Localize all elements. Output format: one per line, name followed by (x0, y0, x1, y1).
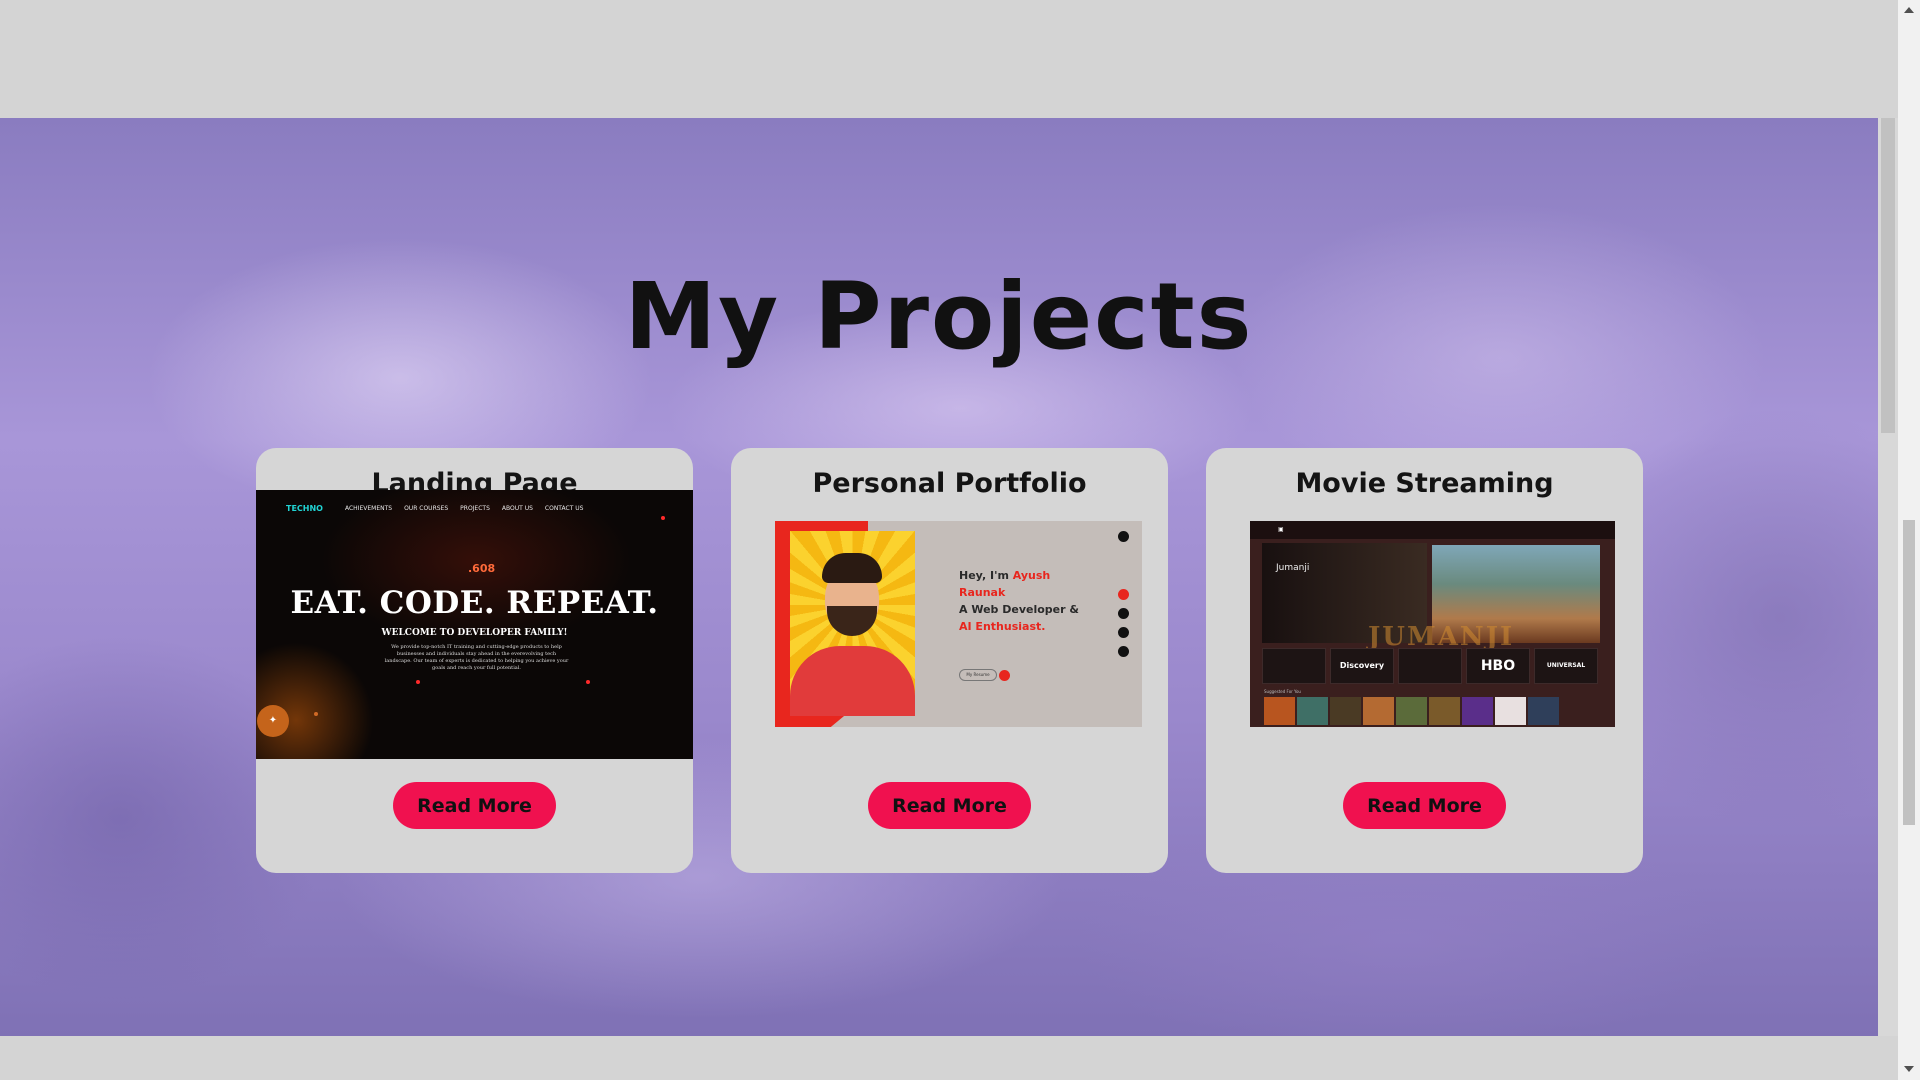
project-screenshot-personal-portfolio: Hey, I'm Ayush Raunak A Web Developer & … (775, 521, 1142, 727)
project-card-landing-page: Landing Page TECHNO ACHIEVEMENTS OUR COU… (256, 448, 693, 873)
social-icon (1118, 608, 1129, 619)
preview-nav-item: PROJECTS (460, 505, 490, 512)
theme-toggle-icon (1118, 531, 1129, 542)
scroll-down-arrow-icon[interactable] (1904, 1066, 1914, 1072)
page-bottom-area (0, 1036, 1898, 1080)
preview-nav-item: OUR COURSES (404, 505, 449, 512)
brand-tile: Discovery (1330, 648, 1394, 684)
page-top-area (0, 0, 1898, 118)
preview-logo-icon: ▣ (1278, 526, 1284, 533)
brand-tile: HBO (1466, 648, 1530, 684)
preview-resume-button: My Resume (959, 669, 997, 681)
movie-thumbnail (1528, 697, 1559, 725)
movie-thumbnail (1264, 697, 1295, 725)
scroll-up-arrow-icon[interactable] (1904, 7, 1914, 13)
project-screenshot-movie-streaming: ▣ Jumanji JUMANJI Discovery HBO UNIVERSA… (1250, 521, 1615, 727)
preview-intro-text: Hey, I'm Ayush Raunak A Web Developer & … (959, 569, 1079, 633)
project-card-personal-portfolio: Personal Portfolio Hey, I'm Ayush Raunak… (731, 448, 1168, 873)
preview-featured-title: Jumanji (1276, 563, 1310, 573)
preview-counter: .608 (468, 562, 496, 575)
movie-thumbnail (1396, 697, 1427, 725)
preview-thumbnail-row (1264, 697, 1559, 725)
preview-navbar (1250, 521, 1615, 539)
movie-thumbnail (1297, 697, 1328, 725)
movie-thumbnail (1363, 697, 1394, 725)
project-card-movie-streaming: Movie Streaming ▣ Jumanji JUMANJI Discov… (1206, 448, 1643, 873)
preview-nav-item: CONTACT US (544, 505, 584, 512)
preview-brand-row: Discovery HBO UNIVERSAL (1262, 648, 1598, 684)
preview-logo: TECHNO (286, 504, 323, 513)
brand-tile: UNIVERSAL (1534, 648, 1598, 684)
brand-tile (1398, 648, 1462, 684)
social-icon (1118, 589, 1129, 600)
download-icon (999, 670, 1010, 681)
decor-dot (661, 516, 665, 520)
movie-thumbnail (1429, 697, 1460, 725)
page-scrollbar-thumb[interactable] (1903, 520, 1915, 825)
preview-suggested-label: Suggested For You (1264, 689, 1301, 694)
movie-thumbnail (1330, 697, 1361, 725)
read-more-button[interactable]: Read More (393, 782, 556, 829)
preview-body-text: We provide top-notch IT training and cut… (384, 644, 569, 671)
decor-dot (586, 680, 590, 684)
preview-nav-item: ACHIEVEMENTS (344, 505, 393, 512)
movie-thumbnail (1462, 697, 1493, 725)
preview-nav-item: ABOUT US (501, 505, 533, 512)
page-scrollbar[interactable] (1898, 0, 1920, 1080)
preview-navbar: TECHNO ACHIEVEMENTS OUR COURSES PROJECTS… (286, 504, 583, 513)
preview-hero-text: EAT. CODE. REPEAT. (290, 585, 659, 621)
read-more-button[interactable]: Read More (868, 782, 1031, 829)
read-more-button[interactable]: Read More (1343, 782, 1506, 829)
decor-dot (314, 712, 318, 716)
section-title: My Projects (624, 263, 1254, 370)
preview-avatar-illustration (790, 531, 915, 716)
social-icon (1118, 646, 1129, 657)
section-scrollbar[interactable] (1878, 118, 1898, 1036)
project-card-title: Personal Portfolio (812, 468, 1087, 499)
preview-subtitle: WELCOME TO DEVELOPER FAMILY! (381, 628, 568, 638)
project-card-title: Movie Streaming (1295, 468, 1554, 499)
movie-thumbnail (1495, 697, 1526, 725)
decor-dot (416, 680, 420, 684)
section-scrollbar-thumb[interactable] (1881, 118, 1895, 433)
preview-chat-icon: ✦ (257, 705, 289, 737)
project-screenshot-landing-page: TECHNO ACHIEVEMENTS OUR COURSES PROJECTS… (256, 490, 693, 759)
projects-section: My Projects Landing Page TECHNO ACHIEVEM… (0, 118, 1878, 1036)
social-icon (1118, 627, 1129, 638)
brand-tile (1262, 648, 1326, 684)
